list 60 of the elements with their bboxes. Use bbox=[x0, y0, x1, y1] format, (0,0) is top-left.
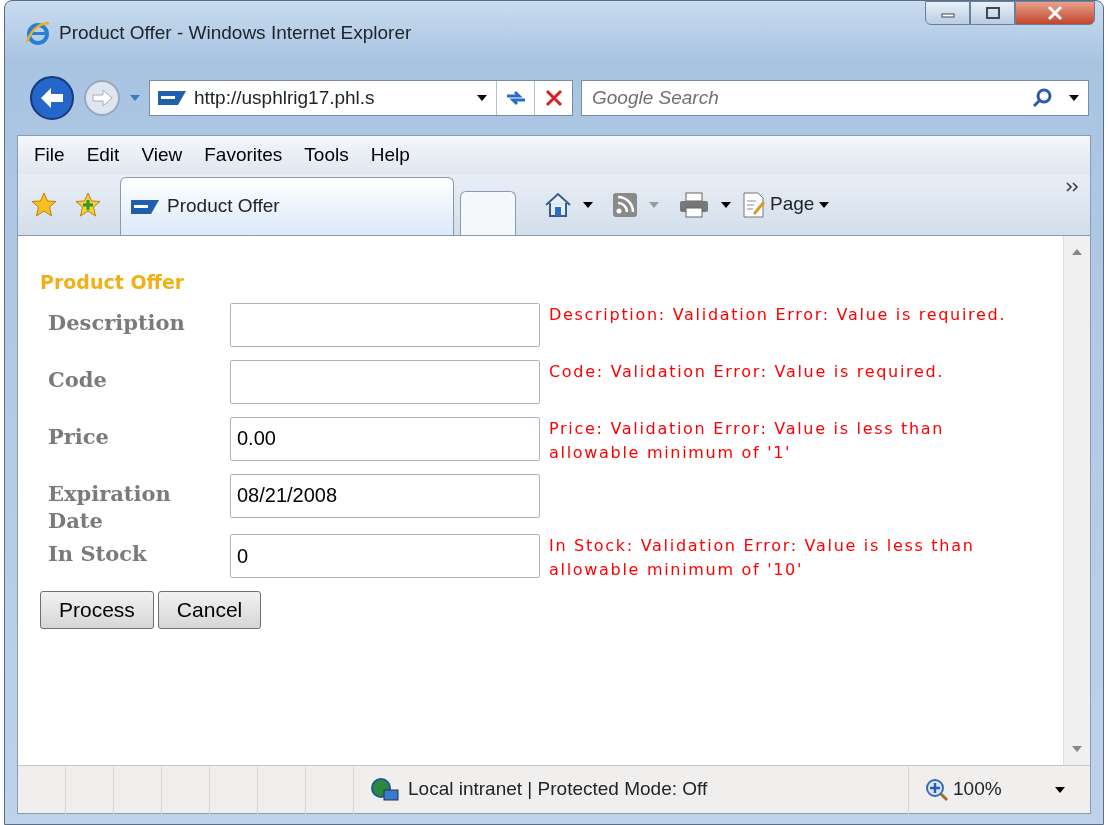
field-label: Expiration Date bbox=[47, 479, 172, 535]
site-icon bbox=[158, 91, 186, 105]
home-icon[interactable] bbox=[544, 191, 572, 218]
input-field[interactable] bbox=[230, 359, 540, 404]
menu-item[interactable]: Tools bbox=[294, 138, 359, 172]
star-icon[interactable] bbox=[30, 190, 58, 219]
menu-item[interactable]: View bbox=[131, 138, 193, 172]
maximize-icon bbox=[984, 6, 1001, 20]
browser-tab[interactable]: Product Offer bbox=[120, 177, 454, 235]
page-menu-button[interactable]: Page bbox=[742, 190, 831, 219]
stop-icon[interactable] bbox=[544, 89, 563, 107]
menu-item[interactable]: Help bbox=[360, 138, 420, 172]
field-label: Code bbox=[47, 365, 108, 393]
input-field[interactable]: 08/21/2008 bbox=[230, 473, 540, 518]
window-title: Product Offer - Windows Internet Explorer bbox=[59, 20, 412, 45]
feed-icon[interactable] bbox=[612, 191, 638, 218]
error-message: Code: Validation Error: Value is required. bbox=[548, 360, 946, 383]
globe-icon bbox=[370, 776, 400, 803]
field-label: In Stock bbox=[47, 540, 148, 568]
security-zone-text: Local intranet | Protected Mode: Off bbox=[408, 777, 708, 802]
close-button[interactable] bbox=[1015, 1, 1095, 25]
scroll-down-icon[interactable] bbox=[1071, 745, 1083, 753]
minimize-button[interactable] bbox=[925, 1, 970, 25]
field-label: Price bbox=[47, 422, 110, 450]
menu-item[interactable]: Edit bbox=[76, 138, 130, 172]
zoom-icon bbox=[925, 777, 949, 802]
add-star-icon[interactable] bbox=[74, 190, 102, 219]
form-title: Product Offer bbox=[40, 270, 186, 295]
browser-logo-icon bbox=[25, 20, 51, 46]
search-icon[interactable] bbox=[1032, 88, 1052, 108]
search-bar[interactable]: Google Search bbox=[581, 80, 1089, 116]
maximize-button[interactable] bbox=[970, 1, 1015, 25]
form-button[interactable]: Cancel bbox=[157, 591, 262, 629]
chevron-icon[interactable] bbox=[1066, 182, 1080, 192]
dropdown-arrow-icon[interactable] bbox=[1068, 94, 1080, 102]
dropdown-arrow-icon[interactable] bbox=[476, 94, 488, 102]
input-field[interactable]: 0.00 bbox=[230, 416, 540, 461]
address-field[interactable]: http://usphlrig17.phl.s bbox=[149, 80, 573, 116]
menu-item[interactable]: Favorites bbox=[194, 138, 293, 172]
dropdown-arrow-icon bbox=[818, 200, 831, 209]
error-message: In Stock: Validation Error: Value is less than allowable minimum of '10' bbox=[548, 535, 976, 582]
error-message: Price: Validation Error: Value is less than allowable minimum of '1' bbox=[548, 417, 946, 464]
zoom-level-control[interactable]: 100% bbox=[909, 775, 1090, 804]
input-field[interactable]: 0 bbox=[230, 534, 540, 579]
dropdown-arrow-icon[interactable] bbox=[720, 200, 732, 209]
site-icon bbox=[131, 199, 159, 214]
dropdown-arrow-icon[interactable] bbox=[582, 200, 594, 209]
new-tab-button[interactable] bbox=[460, 191, 516, 235]
dropdown-arrow-icon bbox=[1054, 785, 1066, 794]
printer-icon[interactable] bbox=[678, 191, 710, 218]
form-button[interactable]: Process bbox=[40, 591, 154, 629]
back-button[interactable] bbox=[29, 75, 75, 121]
input-field[interactable] bbox=[230, 302, 540, 347]
field-label: Description bbox=[47, 308, 186, 336]
scroll-up-icon[interactable] bbox=[1071, 248, 1083, 256]
close-icon bbox=[1046, 5, 1064, 21]
page-icon bbox=[742, 191, 766, 218]
error-message: Description: Validation Error: Value is required. bbox=[548, 303, 1008, 326]
menu-item[interactable]: File bbox=[24, 138, 75, 172]
vertical-scrollbar[interactable] bbox=[1063, 236, 1090, 765]
